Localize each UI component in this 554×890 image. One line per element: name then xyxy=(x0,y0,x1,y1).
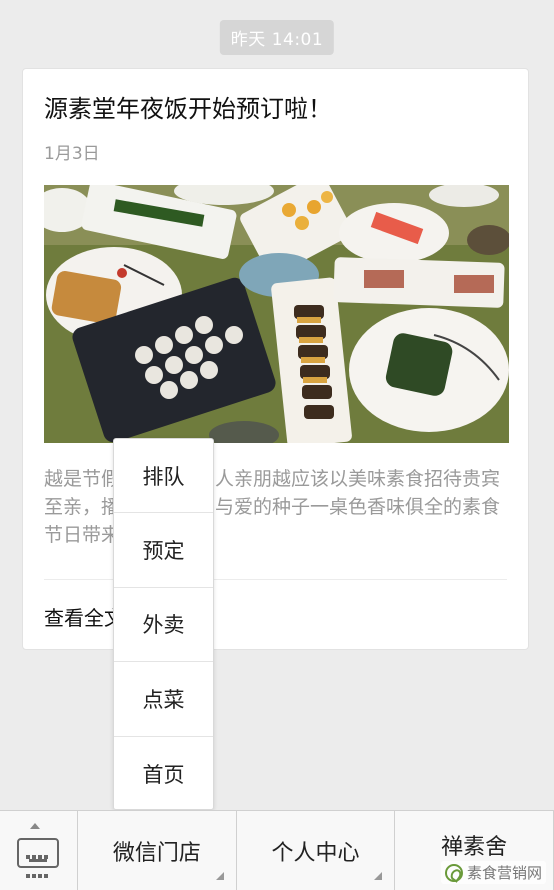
read-more-link[interactable]: 查看全文 xyxy=(44,602,124,631)
keyboard-toggle-button[interactable] xyxy=(0,811,78,890)
keyboard-icon xyxy=(17,838,59,878)
menu-personal-center[interactable]: 个人中心 xyxy=(237,811,396,890)
submenu-item-home[interactable]: 首页 xyxy=(114,737,213,811)
banquet-photo xyxy=(44,185,509,443)
submenu-indicator-icon xyxy=(374,872,383,880)
article-title[interactable]: 源素堂年夜饭开始预订啦！ xyxy=(44,93,508,125)
bottom-menu-bar: 微信门店 个人中心 禅素舍 素食营销网 xyxy=(0,810,554,890)
submenu-item-reserve[interactable]: 预定 xyxy=(114,513,213,588)
menu-chansushe-label: 禅素舍 xyxy=(441,834,508,860)
article-date: 1月3日 xyxy=(44,144,100,164)
leaf-logo-icon xyxy=(444,863,463,882)
submenu-item-takeout[interactable]: 外卖 xyxy=(114,588,213,663)
submenu-popup: 排队 预定 外卖 点菜 首页 xyxy=(113,438,214,810)
submenu-indicator-icon xyxy=(215,872,224,880)
submenu-item-queue[interactable]: 排队 xyxy=(114,439,213,514)
watermark: 素食营销网 xyxy=(440,861,546,884)
message-timestamp: 昨天 14:01 xyxy=(219,20,335,55)
caret-up-icon xyxy=(30,823,40,829)
article-card[interactable]: 源素堂年夜饭开始预订啦！ 1月3日 越是节假日，越是亲人亲朋越应该以美味素食招待… xyxy=(22,68,529,650)
menu-personal-center-label: 个人中心 xyxy=(271,840,360,866)
article-cover-image[interactable] xyxy=(44,185,509,443)
submenu-item-order[interactable]: 点菜 xyxy=(114,662,213,737)
menu-wechat-store-label: 微信门店 xyxy=(112,840,201,866)
watermark-text: 素食营销网 xyxy=(466,864,542,882)
menu-wechat-store[interactable]: 微信门店 xyxy=(78,811,237,890)
